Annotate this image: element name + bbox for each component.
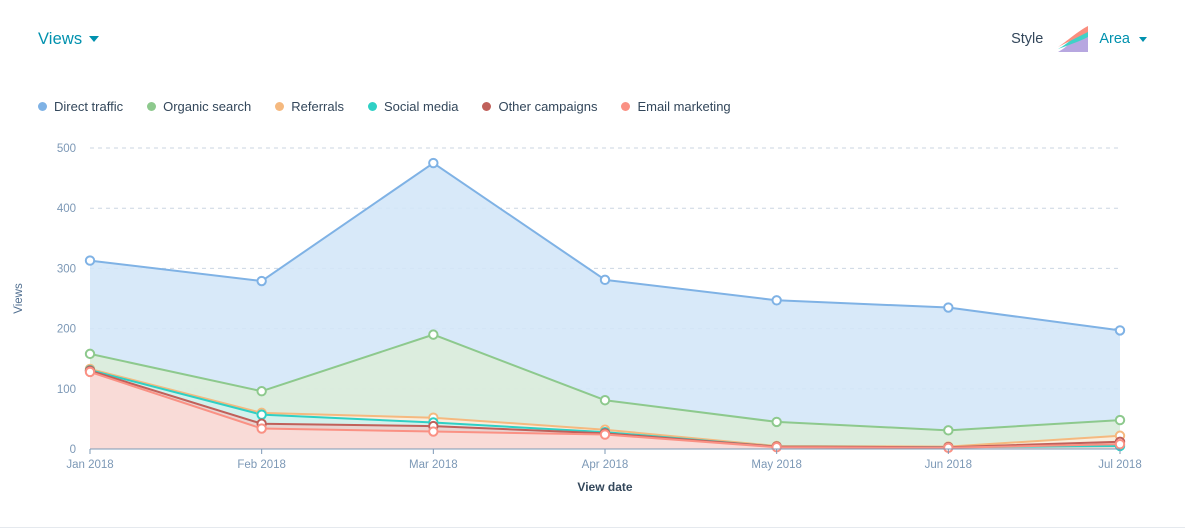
area-chart-svg: 0 100 200 300 400 500 Views Jan 2018 Feb 2018 Mar… xyxy=(13,143,1142,494)
legend-item[interactable]: Email marketing xyxy=(621,99,731,114)
series-data-point[interactable] xyxy=(428,329,439,340)
legend-item[interactable]: Direct traffic xyxy=(38,99,123,114)
x-axis-title: View date xyxy=(577,480,632,494)
series-data-point[interactable] xyxy=(428,426,439,437)
x-axis-tick-label: Mar 2018 xyxy=(409,459,458,471)
chart-header: Views Style Area xyxy=(0,0,1185,78)
series-data-point[interactable] xyxy=(256,275,267,287)
legend-item[interactable]: Referrals xyxy=(275,99,344,114)
legend-item-label: Other campaigns xyxy=(498,99,598,114)
series-data-point[interactable] xyxy=(943,425,954,436)
y-axis-tick-label: 500 xyxy=(57,143,76,155)
legend-item[interactable]: Other campaigns xyxy=(482,99,597,114)
style-label: Style xyxy=(1011,31,1044,47)
x-axis-tick-label: Jul 2018 xyxy=(1098,459,1141,471)
legend-item-label: Direct traffic xyxy=(54,99,124,114)
legend-item[interactable]: Organic search xyxy=(147,99,251,114)
series-data-point[interactable] xyxy=(256,409,267,420)
y-axis-tick-label: 300 xyxy=(57,263,76,275)
x-axis-tick-label: Feb 2018 xyxy=(237,459,286,471)
y-axis-tick-label: 200 xyxy=(57,324,76,336)
x-axis-tick-label: May 2018 xyxy=(751,459,802,471)
area-chart-icon xyxy=(1056,25,1090,53)
series-data-point[interactable] xyxy=(771,295,782,306)
series-data-point[interactable] xyxy=(599,429,611,440)
y-axis-tick-label: 400 xyxy=(57,203,76,215)
chart-plot-area: 0 100 200 300 400 500 Views Jan 2018 Feb 2018 Mar… xyxy=(0,125,1185,500)
legend-color-dot xyxy=(38,102,47,111)
style-selector-value: Area xyxy=(1099,31,1130,47)
views-chart-card: Views Style Area Direct traffic Organic s… xyxy=(0,0,1185,528)
series-data-point[interactable] xyxy=(599,274,611,286)
legend-color-dot xyxy=(621,102,631,111)
series-data-point[interactable] xyxy=(428,157,439,169)
chevron-down-icon xyxy=(1139,36,1147,42)
series-data-point[interactable] xyxy=(256,386,267,397)
series-data-point[interactable] xyxy=(771,416,782,428)
style-selector[interactable]: Area xyxy=(1056,25,1147,53)
legend-item-label: Social media xyxy=(384,99,459,114)
y-axis-tick-label: 0 xyxy=(70,444,76,456)
legend-item-label: Organic search xyxy=(163,99,252,114)
legend-item[interactable]: Social media xyxy=(368,99,458,114)
x-axis-tick-label: Apr 2018 xyxy=(582,459,629,471)
series-data-point[interactable] xyxy=(1114,414,1126,426)
x-axis-tick-label: Jun 2018 xyxy=(925,459,972,471)
style-control-group: Style Area xyxy=(1011,25,1147,53)
metric-selector[interactable]: Views xyxy=(38,29,100,49)
y-axis-tick-label: 100 xyxy=(57,384,76,396)
series-data-point[interactable] xyxy=(84,366,96,378)
legend-color-dot xyxy=(275,102,285,111)
series-data-point[interactable] xyxy=(1114,325,1126,336)
series-data-point[interactable] xyxy=(84,255,96,266)
series-data-point[interactable] xyxy=(599,395,611,406)
metric-selector-label: Views xyxy=(38,29,83,48)
series-data-point[interactable] xyxy=(84,348,96,360)
legend-color-dot xyxy=(368,102,378,111)
series-data-point[interactable] xyxy=(943,302,954,313)
y-axis-title: Views xyxy=(13,283,25,314)
legend-item-label: Referrals xyxy=(291,99,345,114)
legend-color-dot xyxy=(482,102,492,111)
chart-legend: Direct traffic Organic search Referrals Soc… xyxy=(38,99,731,114)
legend-color-dot xyxy=(147,102,157,111)
legend-item-label: Email marketing xyxy=(637,99,731,114)
series-data-point[interactable] xyxy=(256,423,267,434)
chevron-down-icon xyxy=(89,36,100,42)
x-axis-tick-label: Jan 2018 xyxy=(66,459,113,471)
series-data-point[interactable] xyxy=(1114,438,1126,450)
